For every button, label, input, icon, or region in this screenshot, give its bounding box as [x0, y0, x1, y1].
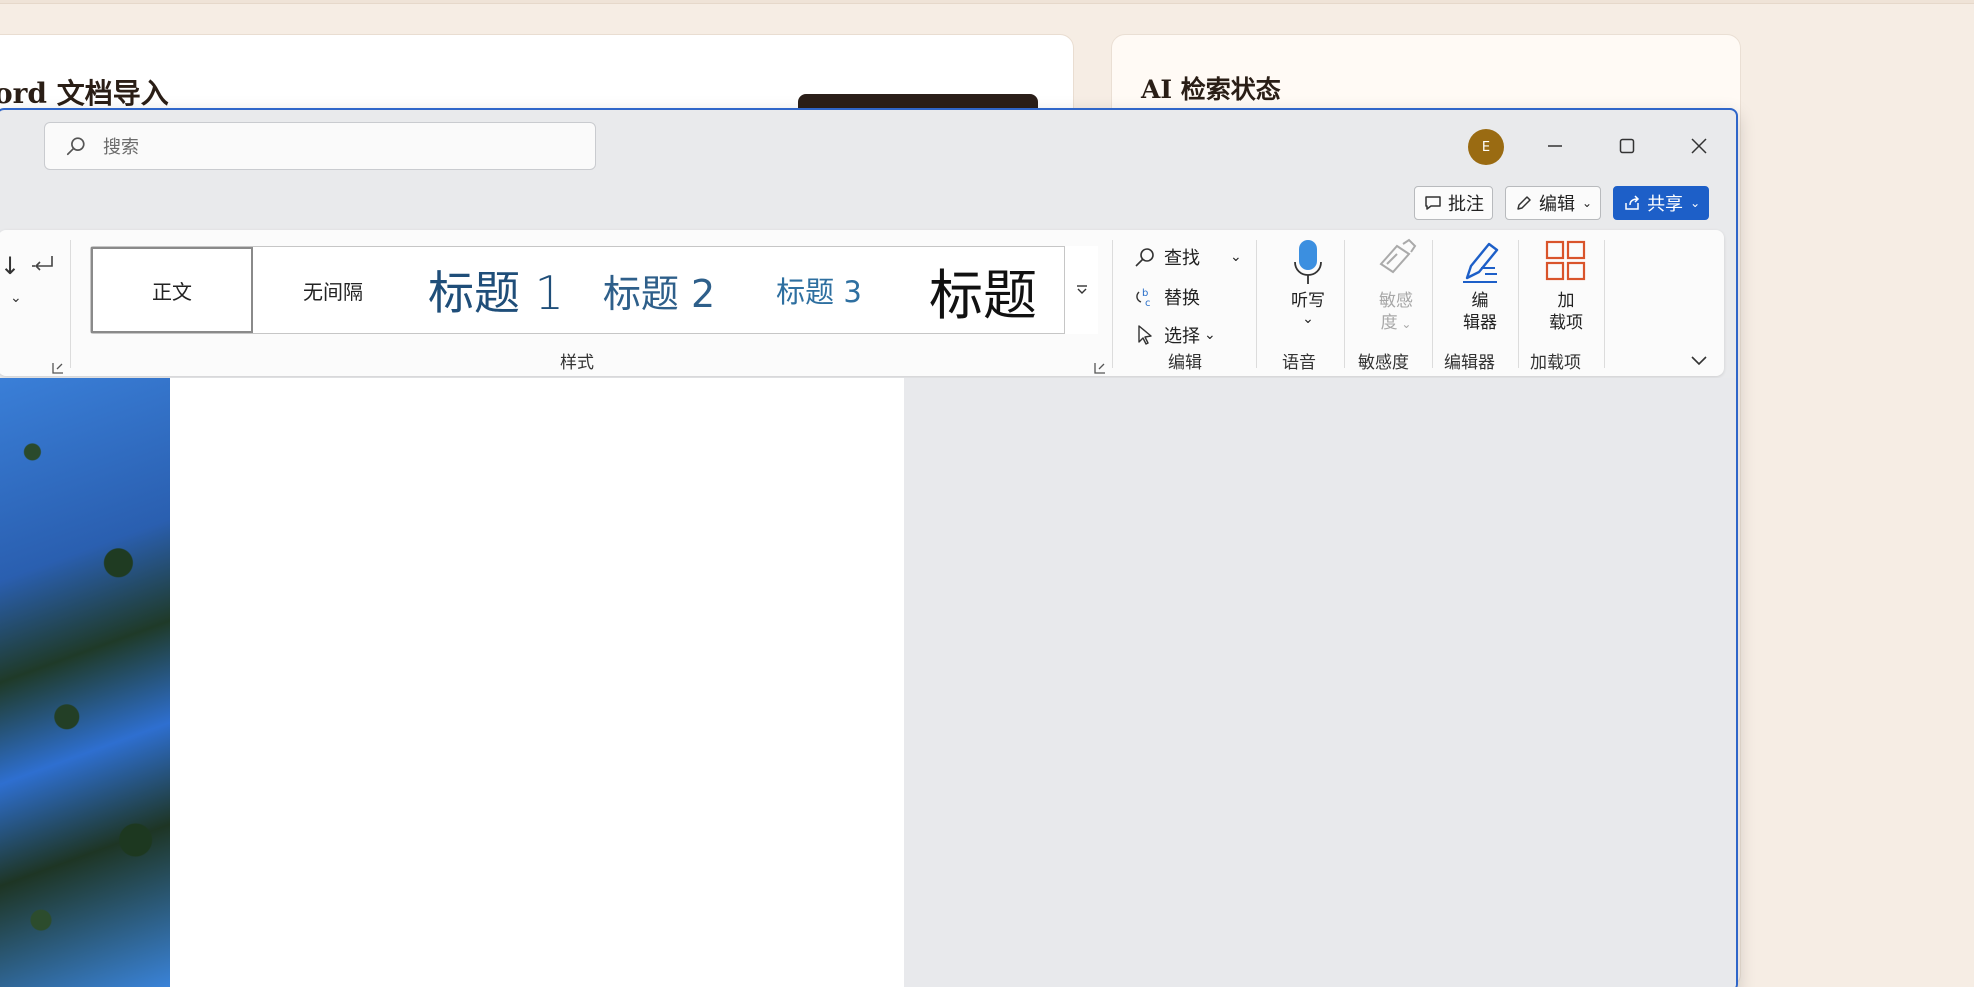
document-canvas-background [904, 378, 1736, 987]
document-image[interactable] [0, 378, 170, 987]
avatar[interactable]: E [1468, 129, 1504, 165]
editor-group-label: 编辑器 [1444, 353, 1495, 373]
share-button[interactable]: 共享 ⌄ [1613, 186, 1710, 220]
minimize-button[interactable] [1535, 128, 1575, 164]
style-heading-2[interactable]: 标题 2 [583, 247, 735, 333]
minimize-icon [1548, 145, 1562, 147]
chevron-down-icon[interactable]: ⌄ [1230, 249, 1242, 265]
gallery-expand-icon [1076, 285, 1087, 294]
editor-label-line1: 编 [1471, 291, 1489, 311]
replace-label: 替换 [1164, 288, 1200, 309]
addins-button[interactable]: 加 载项 [1530, 238, 1602, 334]
select-button[interactable]: 选择 ⌄ [1134, 322, 1216, 348]
search-box[interactable]: 搜索 [44, 122, 596, 170]
group-separator [1344, 240, 1345, 368]
word-import-title: ord 文档导入 [0, 77, 169, 110]
group-separator [1256, 240, 1257, 368]
svg-text:c: c [1145, 298, 1151, 308]
maximize-button[interactable] [1607, 128, 1647, 164]
dictate-button[interactable]: 听写 ⌄ [1278, 238, 1338, 326]
share-label: 共享 [1647, 194, 1684, 215]
search-input[interactable]: 搜索 [103, 133, 139, 159]
comment-button[interactable]: 批注 [1414, 186, 1493, 220]
ai-status-title: AI 检索状态 [1141, 75, 1281, 104]
replace-icon: b c [1136, 288, 1151, 308]
group-separator [1112, 240, 1113, 368]
styles-gallery: 正文 无间隔 标题 1 标题 2 标题 3 标题 [90, 246, 1098, 334]
dialog-launcher-icon[interactable] [52, 362, 64, 374]
styles-more-button[interactable] [1064, 246, 1098, 334]
editing-group-label: 编辑 [1168, 353, 1202, 373]
editor-button[interactable]: 编 辑器 [1444, 238, 1516, 334]
show-marks-icon[interactable] [30, 254, 56, 278]
title-bar: 搜索 E [0, 110, 1736, 180]
microphone-icon [1294, 240, 1322, 284]
collapse-ribbon-icon[interactable] [1690, 354, 1708, 368]
styles-group-label: 样式 [560, 353, 594, 373]
chevron-down-icon: ⌄ [1582, 196, 1593, 210]
word-window: 搜索 E 批注 编辑 ⌄ 共享 ⌄ ↓ ⌄ 正文 无间隔 标题 1 标题 2 标… [0, 108, 1738, 987]
dialog-launcher-icon[interactable] [1094, 362, 1106, 374]
chevron-down-icon: ⌄ [1302, 311, 1314, 327]
close-button[interactable] [1679, 128, 1719, 164]
chevron-down-icon: ⌄ [1397, 317, 1412, 331]
find-button[interactable]: 查找 ⌄ [1134, 244, 1242, 270]
style-normal[interactable]: 正文 [91, 247, 253, 333]
sensitivity-group-label: 敏感度 [1358, 353, 1409, 373]
style-no-spacing[interactable]: 无间隔 [257, 247, 409, 333]
addins-label-line2: 载项 [1549, 313, 1583, 333]
search-icon [66, 137, 85, 156]
addins-group-label: 加载项 [1530, 353, 1581, 373]
dictate-label: 听写 [1291, 291, 1325, 311]
addins-label-line1: 加 [1557, 291, 1575, 311]
close-icon [1691, 138, 1707, 154]
style-heading-3[interactable]: 标题 3 [739, 247, 899, 333]
edit-mode-button[interactable]: 编辑 ⌄ [1505, 186, 1602, 220]
comment-icon [1425, 196, 1441, 210]
share-icon [1625, 195, 1640, 210]
group-separator [70, 240, 71, 368]
chevron-down-icon: ⌄ [1690, 196, 1701, 210]
search-icon [1135, 248, 1154, 267]
group-separator [1518, 240, 1519, 368]
editor-pen-icon [1463, 242, 1499, 283]
select-label: 选择 [1164, 326, 1200, 347]
style-title[interactable]: 标题 [903, 247, 1063, 333]
group-separator [1604, 240, 1605, 368]
sensitivity-label-line2: 度 [1380, 313, 1398, 333]
document-page[interactable] [170, 378, 904, 987]
top-actions: 批注 编辑 ⌄ 共享 ⌄ [1414, 186, 1710, 220]
edit-mode-label: 编辑 [1539, 194, 1575, 215]
comment-label: 批注 [1448, 194, 1484, 215]
chevron-down-icon: ⌄ [1204, 327, 1216, 343]
find-label: 查找 [1164, 248, 1200, 269]
editor-label-line2: 辑器 [1463, 313, 1497, 333]
replace-button[interactable]: b c 替换 [1134, 284, 1200, 310]
browser-top-strip [0, 0, 1974, 4]
group-separator [1432, 240, 1433, 368]
sort-down-icon[interactable]: ↓ [0, 252, 20, 280]
sensitivity-label-line1: 敏感 [1379, 291, 1413, 311]
style-heading-1[interactable]: 标题 1 [413, 247, 579, 333]
maximize-icon [1619, 138, 1635, 154]
voice-group-label: 语音 [1282, 353, 1316, 373]
pencil-icon [1517, 196, 1531, 210]
addins-grid-icon [1545, 240, 1586, 281]
chevron-down-icon[interactable]: ⌄ [10, 290, 22, 306]
cursor-arrow-icon [1138, 325, 1152, 345]
ribbon-home: ↓ ⌄ 正文 无间隔 标题 1 标题 2 标题 3 标题 样式 查找 ⌄ b c… [0, 230, 1724, 376]
sensitivity-button[interactable]: 敏感 度 ⌄ [1360, 238, 1432, 335]
sensitivity-label-icon [1379, 238, 1417, 274]
